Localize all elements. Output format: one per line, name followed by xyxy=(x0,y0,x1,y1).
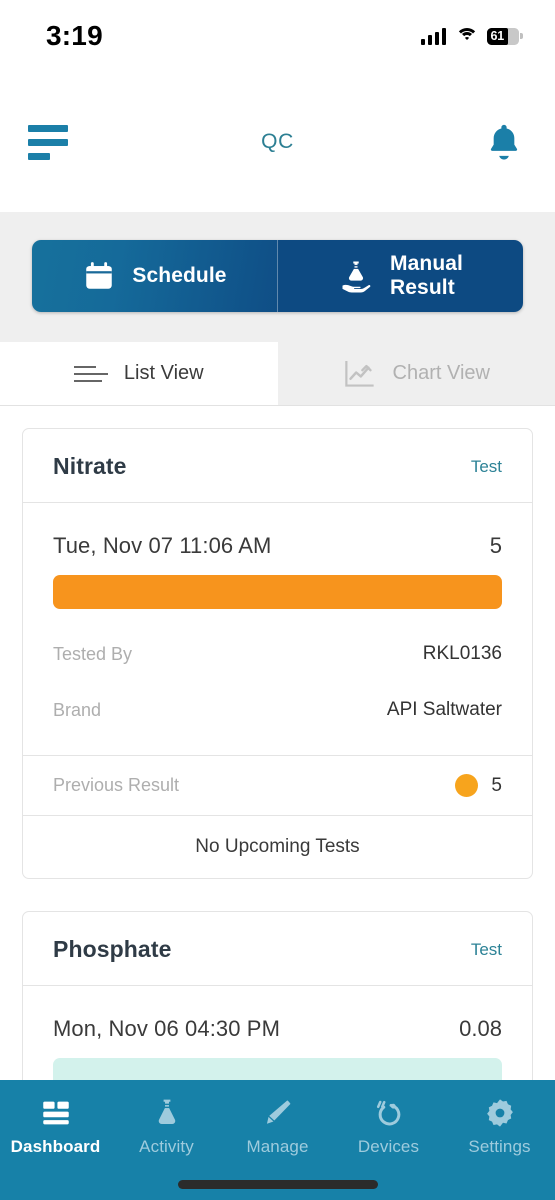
app-header: QC xyxy=(0,72,555,212)
nav-label: Devices xyxy=(357,1137,420,1156)
card-title: Nitrate xyxy=(53,453,127,479)
cellular-signal-icon xyxy=(420,27,446,45)
detail-value: API Saltwater xyxy=(386,699,502,720)
result-date: Mon, Nov 06 04:30 PM xyxy=(53,1016,281,1041)
detail-key: Tested By xyxy=(53,643,133,664)
previous-result-row: Previous Result 5 xyxy=(23,755,532,815)
card-body: Mon, Nov 06 04:30 PM 0.08 xyxy=(23,986,532,1092)
app-screen: 3:19 61 QC Schedule Manual Result List V… xyxy=(0,0,555,1200)
home-indicator xyxy=(177,1180,378,1189)
battery-icon: 61 xyxy=(487,27,523,45)
card-title: Phosphate xyxy=(53,936,172,962)
pencil-icon xyxy=(266,1100,290,1124)
detail-row-brand: Brand API Saltwater xyxy=(53,699,502,755)
previous-result-value-group: 5 xyxy=(455,774,502,797)
nav-item-settings[interactable]: Settings xyxy=(444,1096,555,1157)
action-segmented-control: Schedule Manual Result xyxy=(32,240,523,312)
previous-result-label: Previous Result xyxy=(53,775,180,795)
bottom-navigation: Dashboard Activity Manage Devices Settin… xyxy=(0,1080,555,1200)
nav-item-manage[interactable]: Manage xyxy=(222,1096,333,1157)
tab-list-view[interactable]: List View xyxy=(0,342,278,405)
card-list: Nitrate Test Tue, Nov 07 11:06 AM 5 Test… xyxy=(0,406,555,1127)
nav-label: Activity xyxy=(139,1137,194,1156)
nav-item-devices[interactable]: Devices xyxy=(333,1096,444,1157)
manual-result-button[interactable]: Manual Result xyxy=(277,240,523,312)
wifi-icon xyxy=(455,27,478,45)
status-dot xyxy=(455,774,479,797)
action-strip: Schedule Manual Result xyxy=(0,212,555,342)
status-bar: 3:19 61 xyxy=(0,0,555,72)
previous-result-value: 5 xyxy=(491,774,502,796)
latest-result-row: Tue, Nov 07 11:06 AM 5 xyxy=(53,533,502,559)
test-link[interactable]: Test xyxy=(471,940,502,960)
detail-value: RKL0136 xyxy=(422,643,502,664)
tab-chart-view[interactable]: Chart View xyxy=(277,342,555,405)
tab-chart-view-label: Chart View xyxy=(392,362,490,384)
status-bar-time: 3:19 xyxy=(46,20,103,51)
dashboard-grid-icon xyxy=(42,1101,69,1125)
nav-label: Settings xyxy=(468,1137,531,1156)
view-tab-bar: List View Chart View xyxy=(0,342,555,406)
test-card-nitrate: Nitrate Test Tue, Nov 07 11:06 AM 5 Test… xyxy=(22,428,533,879)
schedule-button[interactable]: Schedule xyxy=(32,240,277,312)
tab-list-view-label: List View xyxy=(123,362,204,384)
status-bar-indicators: 61 xyxy=(420,27,523,45)
device-signal-icon xyxy=(376,1100,400,1126)
nav-label: Manage xyxy=(246,1137,309,1156)
schedule-button-label: Schedule xyxy=(132,264,227,288)
list-lines-icon xyxy=(73,365,108,382)
page-title: QC xyxy=(261,130,294,153)
battery-level-label: 61 xyxy=(490,29,505,43)
test-link[interactable]: Test xyxy=(471,457,502,477)
card-header: Phosphate Test xyxy=(23,912,532,986)
detail-key: Brand xyxy=(53,699,102,720)
card-body: Tue, Nov 07 11:06 AM 5 Tested By RKL0136… xyxy=(23,503,532,755)
line-chart-icon xyxy=(344,360,374,387)
nav-item-activity[interactable]: Activity xyxy=(111,1096,222,1157)
nav-label: Dashboard xyxy=(10,1137,101,1156)
upcoming-tests-label: No Upcoming Tests xyxy=(23,815,532,878)
card-header: Nitrate Test xyxy=(23,429,532,503)
nav-item-dashboard[interactable]: Dashboard xyxy=(0,1096,111,1157)
result-value: 5 xyxy=(489,533,502,558)
manual-result-button-label: Manual Result xyxy=(390,252,463,299)
result-value: 0.08 xyxy=(459,1016,502,1041)
result-level-bar xyxy=(53,575,502,609)
detail-row-tested-by: Tested By RKL0136 xyxy=(53,643,502,699)
flask-in-hand-icon xyxy=(342,261,371,293)
calendar-icon xyxy=(86,262,113,289)
flask-icon xyxy=(158,1099,175,1125)
latest-result-row: Mon, Nov 06 04:30 PM 0.08 xyxy=(53,1016,502,1042)
gear-icon xyxy=(486,1099,513,1127)
result-date: Tue, Nov 07 11:06 AM xyxy=(53,533,272,558)
